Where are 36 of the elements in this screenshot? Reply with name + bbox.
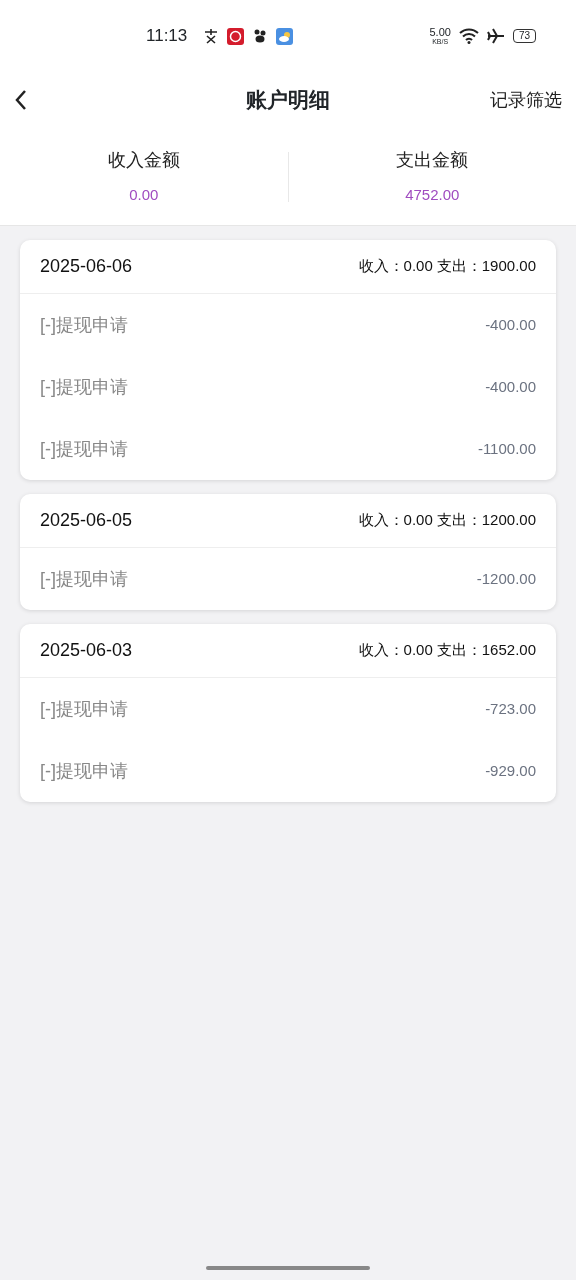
app-icon: [203, 28, 220, 44]
transaction-amount: -929.00: [485, 760, 536, 781]
transaction-amount: -400.00: [485, 376, 536, 397]
summary-label: 支出金额: [395, 148, 470, 172]
day-expense: 支出：1652.00: [436, 640, 536, 661]
status-time: 11:13: [146, 25, 188, 48]
wifi-icon: [458, 28, 479, 44]
transaction-amount: -1200.00: [476, 568, 536, 589]
transaction-name: [-]提现申请: [40, 437, 128, 461]
transaction-amount: -400.00: [485, 314, 536, 335]
transaction-name: [-]提现申请: [40, 567, 128, 591]
day-income: 收入：0.00: [358, 640, 433, 661]
summary-value: 0.00: [128, 184, 160, 205]
transaction-name: [-]提现申请: [40, 313, 128, 337]
transaction-amount: -723.00: [485, 698, 536, 719]
day-date: 2025-06-06: [40, 255, 133, 278]
day-expense: 支出：1200.00: [436, 510, 536, 531]
day-income: 收入：0.00: [358, 510, 433, 531]
airplane-icon: [486, 28, 505, 44]
day-date: 2025-06-03: [40, 639, 133, 662]
net-speed: 5.00: [429, 27, 451, 38]
day-income: 收入：0.00: [358, 256, 433, 277]
battery-icon: 73: [512, 29, 536, 43]
transaction-name: [-]提现申请: [40, 759, 128, 783]
back-icon[interactable]: [14, 89, 28, 111]
page-title: 账户明细: [246, 87, 330, 114]
transaction-name: [-]提现申请: [40, 697, 128, 721]
filter-link[interactable]: 记录筛选: [490, 86, 562, 114]
weather-icon: [276, 27, 294, 45]
day-expense: 支出：1900.00: [436, 256, 536, 277]
app-icon: [227, 27, 245, 45]
transaction-name: [-]提现申请: [40, 375, 128, 399]
transaction-amount: -1100.00: [477, 438, 536, 459]
summary-label: 收入金额: [106, 148, 181, 172]
summary-value: 4752.00: [404, 184, 461, 205]
day-date: 2025-06-05: [40, 509, 133, 532]
